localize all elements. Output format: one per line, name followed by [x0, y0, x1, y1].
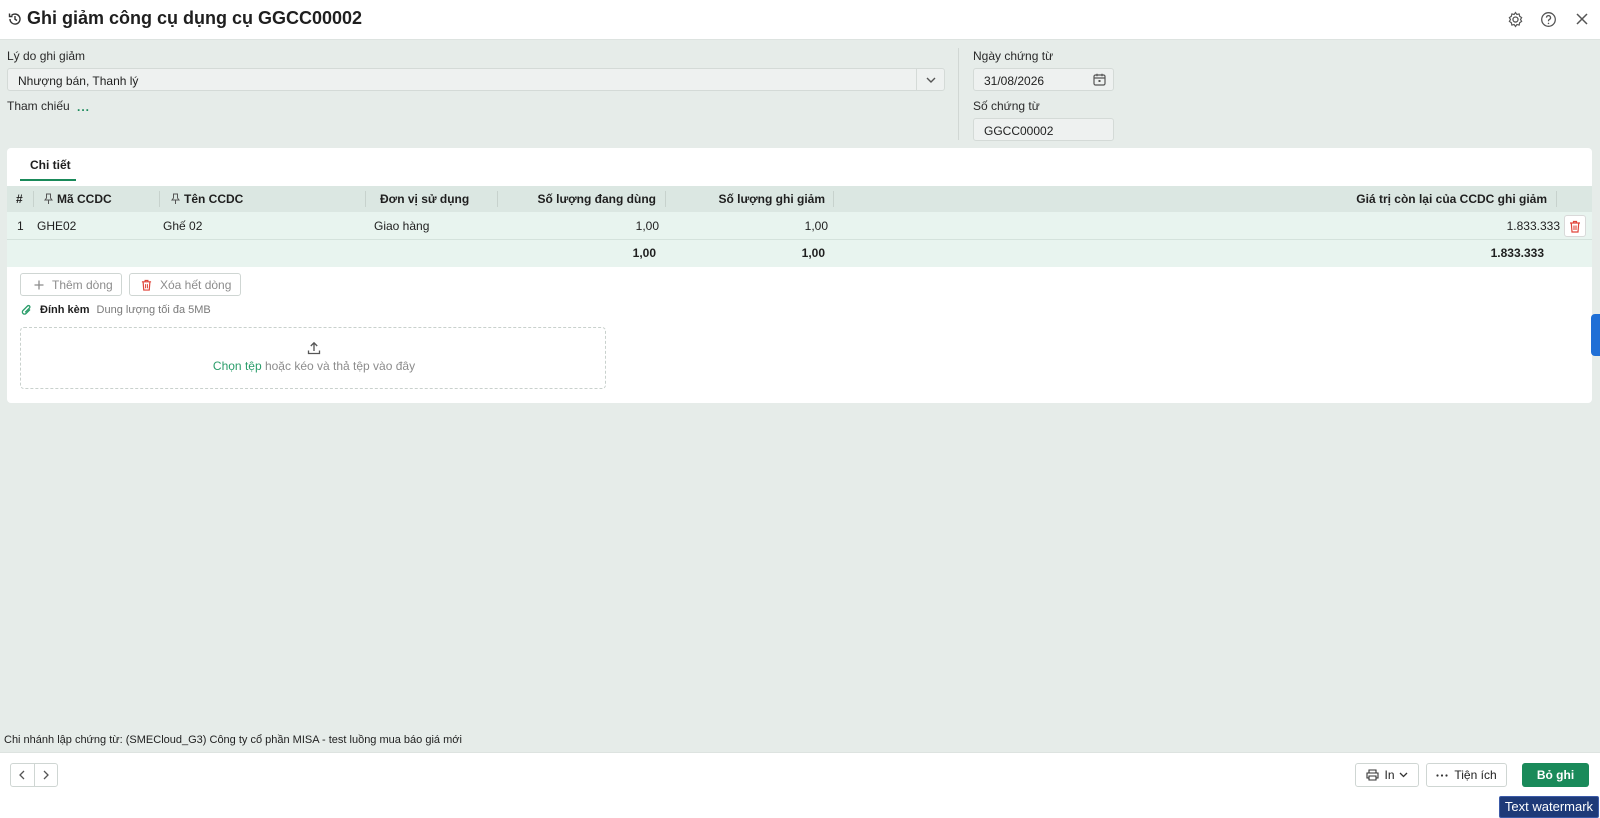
utilities-button[interactable]: Tiện ích — [1426, 763, 1507, 787]
trash-icon — [1570, 220, 1580, 233]
unpost-button[interactable]: Bỏ ghi — [1522, 763, 1589, 787]
dropzone-text: Chọn tệp hoặc kéo và thả tệp vào đây — [21, 359, 607, 373]
cell-remaining-value[interactable]: 1.833.333 — [837, 212, 1560, 240]
chevron-left-icon — [19, 770, 25, 780]
choose-file-link[interactable]: Chọn tệp — [213, 359, 262, 373]
total-qty-in-use: 1,00 — [632, 246, 656, 260]
add-row-label: Thêm dòng — [52, 277, 113, 292]
clear-rows-label: Xóa hết dòng — [160, 277, 232, 292]
voucher-number-value: GGCC00002 — [984, 124, 1054, 138]
cell-name[interactable]: Ghế 02 — [163, 212, 202, 240]
table-totals-row: 1,00 1,00 1.833.333 — [7, 240, 1592, 267]
plus-icon — [34, 280, 44, 289]
column-divider — [665, 191, 666, 207]
table-header: # Mã CCDC Tên CCDC Đơn vị sử dụng Số lượ… — [7, 186, 1592, 212]
date-value: 31/08/2026 — [984, 74, 1045, 88]
date-input[interactable]: 31/08/2026 — [973, 68, 1114, 91]
cell-unit[interactable]: Giao hàng — [374, 212, 429, 240]
settings-icon[interactable] — [1505, 9, 1525, 29]
pin-icon[interactable] — [44, 193, 53, 204]
tab-detail-label: Chi tiết — [30, 158, 71, 172]
reference-link[interactable]: ... — [77, 100, 90, 114]
total-qty-reduce: 1,00 — [801, 246, 825, 260]
branch-info: Chi nhánh lập chứng từ: (SMECloud_G3) Cô… — [4, 734, 462, 746]
calendar-icon[interactable] — [1093, 73, 1106, 86]
column-header-qty-in-use: Số lượng đang dùng — [537, 192, 656, 206]
close-icon[interactable] — [1572, 9, 1592, 29]
chevron-right-icon — [43, 770, 49, 780]
tab-detail[interactable]: Chi tiết — [20, 148, 76, 181]
reason-select[interactable]: Nhượng bán, Thanh lý — [7, 68, 945, 91]
column-divider — [497, 191, 498, 207]
reason-value: Nhượng bán, Thanh lý — [18, 74, 139, 88]
column-header-name-label: Tên CCDC — [184, 192, 244, 206]
utilities-label: Tiện ích — [1454, 768, 1497, 782]
print-button[interactable]: In — [1355, 763, 1419, 787]
chevron-down-icon[interactable] — [916, 69, 944, 90]
voucher-number-input[interactable]: GGCC00002 — [973, 118, 1114, 141]
add-row-button[interactable]: Thêm dòng — [20, 273, 122, 296]
reference-label: Tham chiếu — [7, 99, 70, 113]
attachment-label: Đính kèm — [40, 304, 90, 316]
voucher-number-label: Số chứng từ — [973, 99, 1040, 113]
text-watermark: Text watermark — [1499, 796, 1599, 818]
cell-qty-reduce[interactable]: 1,00 — [671, 212, 828, 240]
cell-code[interactable]: GHE02 — [37, 212, 76, 240]
file-dropzone[interactable]: Chọn tệp hoặc kéo và thả tệp vào đây — [20, 327, 606, 389]
more-icon — [1436, 773, 1448, 777]
column-header-remaining-value: Giá trị còn lại của CCDC ghi giảm — [1356, 192, 1547, 206]
attachment-row: Đính kèm Dung lượng tối đa 5MB — [21, 302, 211, 318]
history-icon — [8, 13, 21, 25]
column-divider — [1556, 191, 1557, 207]
trash-icon — [141, 279, 152, 291]
dialog-header: Ghi giảm công cụ dụng cụ GGCC00002 — [0, 0, 1600, 40]
previous-record-button[interactable] — [11, 764, 34, 786]
cell-index: 1 — [17, 219, 24, 233]
paperclip-icon — [21, 304, 31, 315]
form-divider — [958, 48, 959, 140]
chevron-down-icon — [1399, 772, 1407, 778]
pin-icon[interactable] — [171, 193, 180, 204]
attachment-limit: Dung lượng tối đa 5MB — [96, 304, 211, 316]
column-header-index: # — [16, 192, 23, 206]
table-row[interactable]: 1 GHE02 Ghế 02 Giao hàng 1,00 1,00 1.833… — [7, 212, 1592, 240]
column-header-code-label: Mã CCDC — [57, 192, 112, 206]
side-panel-toggle[interactable] — [1591, 314, 1600, 356]
printer-icon — [1366, 769, 1380, 781]
upload-icon — [307, 341, 321, 355]
record-navigation — [10, 763, 58, 787]
detail-card: Chi tiết # Mã CCDC Tên CCDC Đơn vị sử dụ… — [7, 148, 1592, 403]
reason-label: Lý do ghi giảm — [7, 49, 86, 63]
column-divider — [833, 191, 834, 207]
page-title: Ghi giảm công cụ dụng cụ GGCC00002 — [27, 8, 363, 28]
column-divider — [33, 191, 34, 207]
column-header-code[interactable]: Mã CCDC — [44, 186, 112, 212]
print-label: In — [1384, 768, 1395, 782]
column-header-name[interactable]: Tên CCDC — [171, 186, 243, 212]
cell-qty-in-use[interactable]: 1,00 — [502, 212, 659, 240]
date-label: Ngày chứng từ — [973, 49, 1054, 63]
help-icon[interactable] — [1538, 9, 1558, 29]
column-header-unit: Đơn vị sử dụng — [380, 192, 470, 206]
next-record-button[interactable] — [33, 764, 57, 786]
column-divider — [159, 191, 160, 207]
delete-row-button[interactable] — [1564, 215, 1586, 237]
column-header-qty-reduce: Số lượng ghi giảm — [718, 192, 825, 206]
dialog-footer: In Tiện ích Bỏ ghi — [0, 752, 1600, 818]
clear-rows-button[interactable]: Xóa hết dòng — [129, 273, 241, 296]
column-divider — [365, 191, 366, 207]
drop-hint: hoặc kéo và thả tệp vào đây — [261, 359, 416, 373]
total-remaining-value: 1.833.333 — [1490, 246, 1544, 260]
